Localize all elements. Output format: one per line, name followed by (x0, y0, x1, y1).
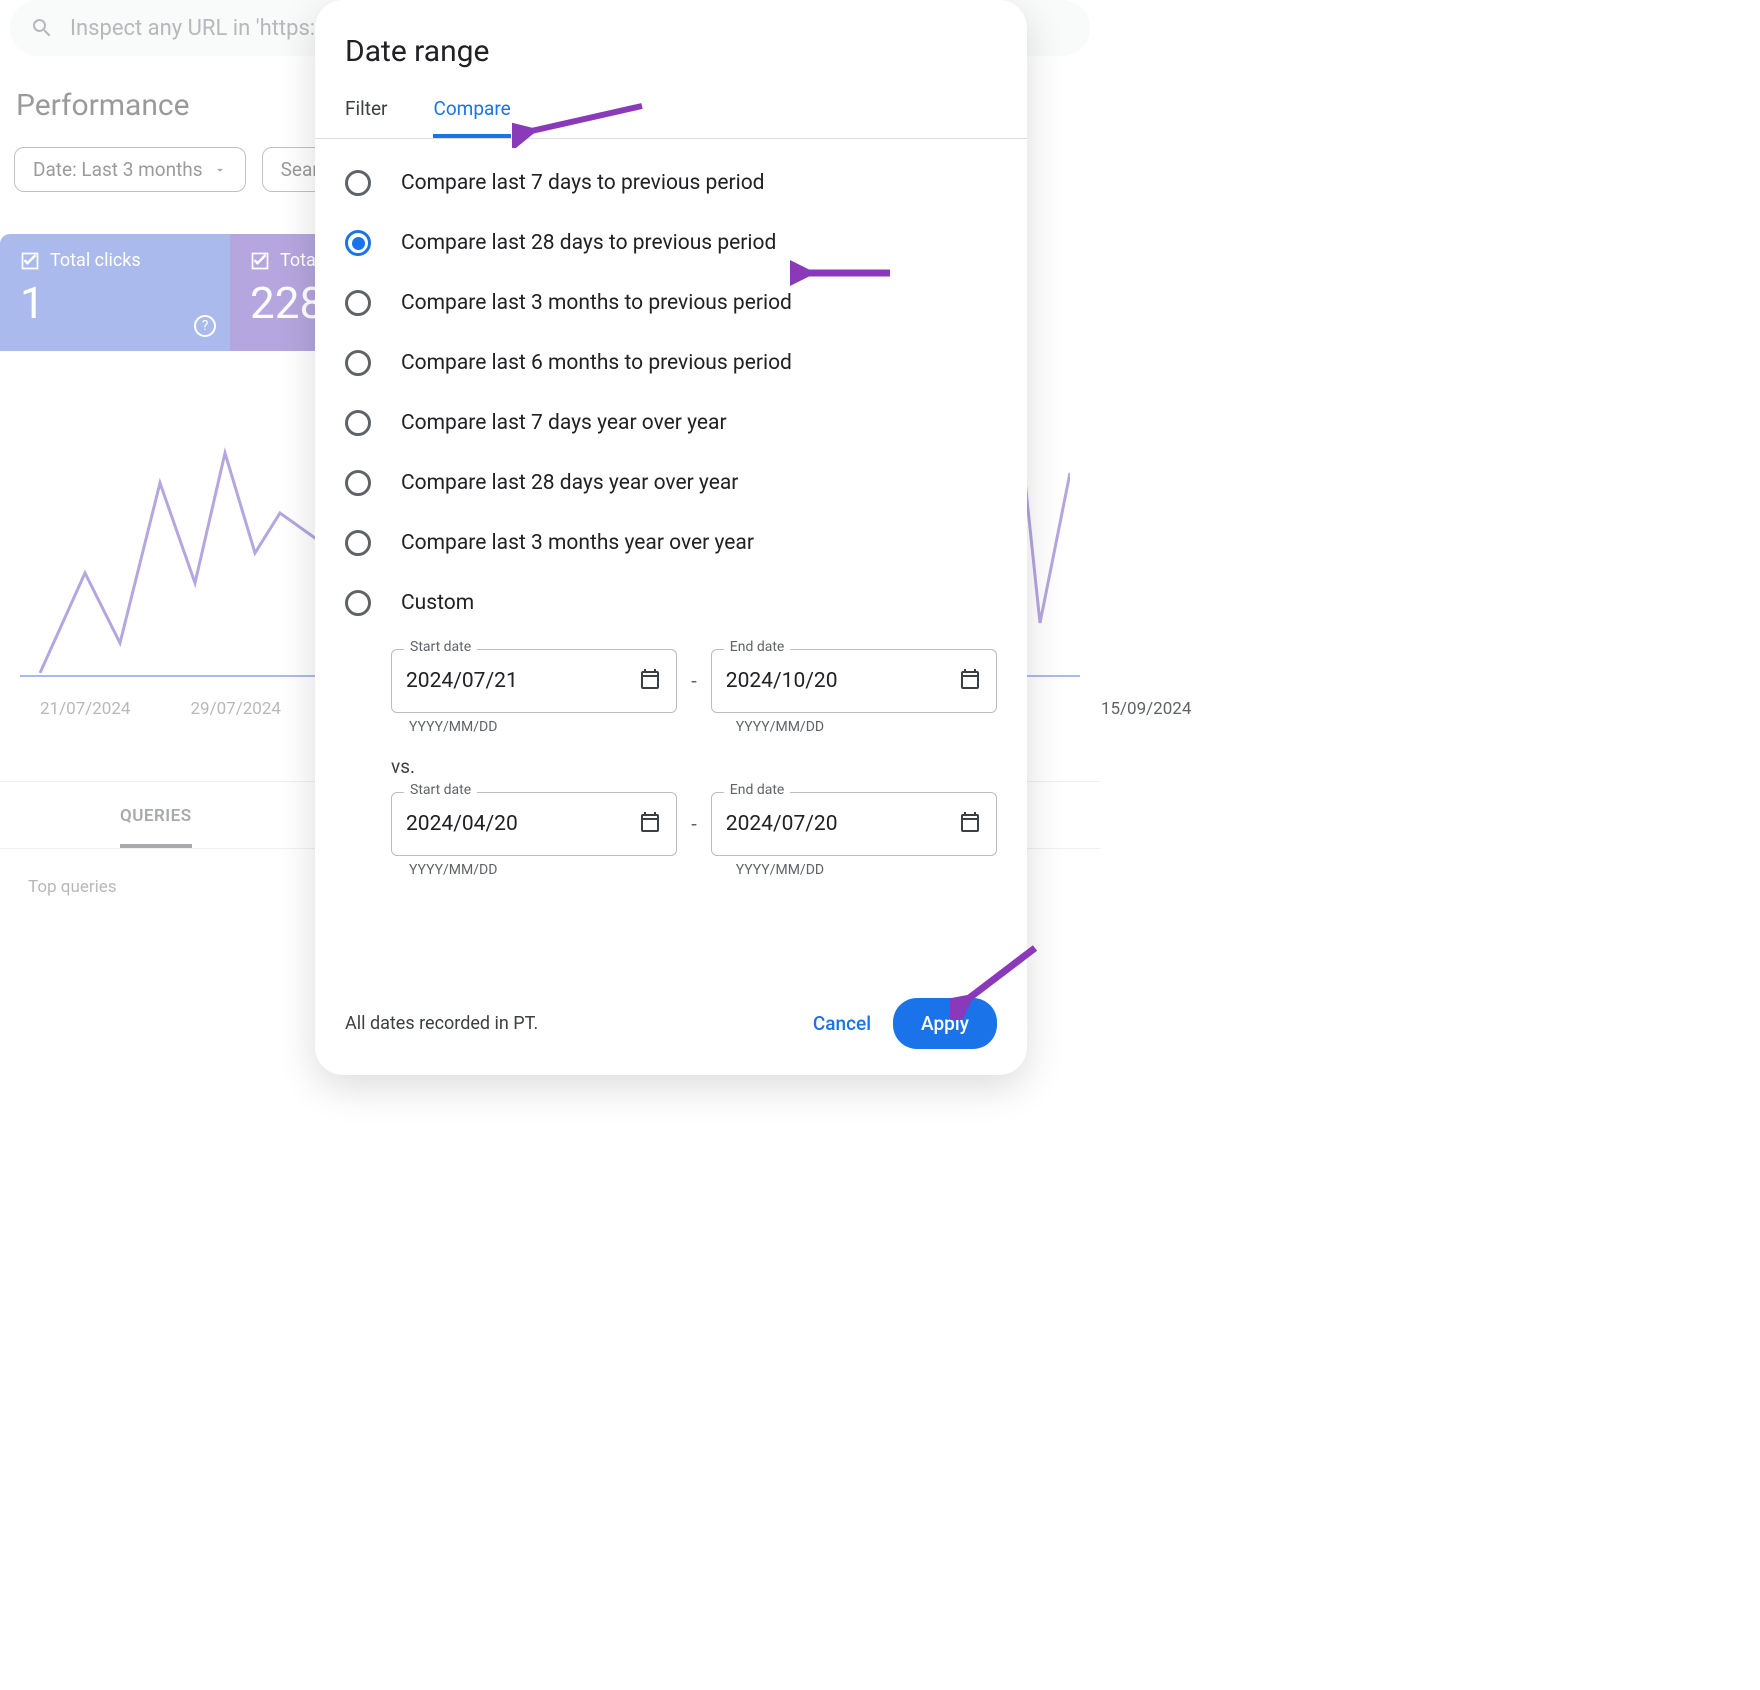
xaxis-label: 15/09/2024 (1101, 699, 1191, 719)
calendar-icon[interactable] (958, 810, 982, 838)
calendar-icon[interactable] (958, 667, 982, 695)
search-placeholder: Inspect any URL in 'https:// (70, 16, 331, 41)
tab-queries[interactable]: QUERIES (120, 806, 192, 848)
field-value: 2024/10/20 (726, 669, 838, 693)
card-clicks-value: 1 (20, 277, 210, 329)
date-range-dialog: Date range Filter Compare Compare last 7… (315, 0, 1027, 1075)
compare-option-3[interactable]: Compare last 6 months to previous period (345, 339, 997, 387)
dialog-title: Date range (315, 28, 1027, 89)
format-hint: YYYY/MM/DD (718, 719, 997, 735)
compare-option-label: Compare last 6 months to previous period (401, 351, 792, 375)
help-icon[interactable]: ? (194, 315, 216, 337)
chevron-down-icon (213, 163, 227, 177)
start-date-2[interactable]: Start date2024/04/20 (391, 792, 677, 856)
radio-icon (345, 230, 371, 256)
vs-label: vs. (391, 755, 997, 778)
chip-date-label: Date: Last 3 months (33, 158, 203, 181)
format-hint: YYYY/MM/DD (391, 862, 670, 878)
field-legend: Start date (404, 639, 477, 655)
compare-option-label: Compare last 7 days year over year (401, 411, 727, 435)
calendar-icon[interactable] (638, 667, 662, 695)
compare-option-7[interactable]: Custom (345, 579, 997, 627)
card-clicks-label: Total clicks (50, 250, 141, 271)
calendar-icon[interactable] (638, 810, 662, 838)
compare-option-label: Compare last 28 days year over year (401, 471, 738, 495)
card-total-clicks[interactable]: Total clicks 1 ? (0, 234, 230, 351)
compare-option-5[interactable]: Compare last 28 days year over year (345, 459, 997, 507)
field-value: 2024/07/20 (726, 812, 838, 836)
field-legend: End date (724, 782, 791, 798)
tab-filter[interactable]: Filter (345, 89, 387, 138)
compare-option-0[interactable]: Compare last 7 days to previous period (345, 159, 997, 207)
radio-icon (345, 410, 371, 436)
timezone-note: All dates recorded in PT. (345, 1013, 538, 1034)
radio-icon (345, 530, 371, 556)
xaxis-label: 29/07/2024 (190, 699, 280, 719)
radio-icon (345, 290, 371, 316)
radio-icon (345, 590, 371, 616)
dash: - (691, 669, 697, 693)
radio-icon (345, 170, 371, 196)
checkbox-checked-icon (20, 251, 40, 271)
end-date-2[interactable]: End date2024/07/20 (711, 792, 997, 856)
tab-compare[interactable]: Compare (433, 89, 510, 138)
search-icon (30, 16, 54, 40)
compare-option-label: Compare last 7 days to previous period (401, 171, 765, 195)
field-value: 2024/07/21 (406, 669, 518, 693)
cancel-button[interactable]: Cancel (813, 1012, 871, 1035)
radio-icon (345, 470, 371, 496)
compare-option-label: Compare last 28 days to previous period (401, 231, 776, 255)
compare-option-label: Custom (401, 591, 474, 615)
compare-option-4[interactable]: Compare last 7 days year over year (345, 399, 997, 447)
compare-option-label: Compare last 3 months to previous period (401, 291, 792, 315)
dash: - (691, 812, 697, 836)
compare-option-6[interactable]: Compare last 3 months year over year (345, 519, 997, 567)
xaxis-label: 21/07/2024 (40, 699, 130, 719)
compare-option-label: Compare last 3 months year over year (401, 531, 754, 555)
card-impr-label: Tota (280, 250, 316, 271)
format-hint: YYYY/MM/DD (391, 719, 670, 735)
radio-icon (345, 350, 371, 376)
end-date-1[interactable]: End date2024/10/20 (711, 649, 997, 713)
checkbox-checked-icon (250, 251, 270, 271)
field-value: 2024/04/20 (406, 812, 518, 836)
format-hint: YYYY/MM/DD (718, 862, 997, 878)
chip-date[interactable]: Date: Last 3 months (14, 147, 246, 192)
start-date-1[interactable]: Start date2024/07/21 (391, 649, 677, 713)
field-legend: Start date (404, 782, 477, 798)
field-legend: End date (724, 639, 791, 655)
